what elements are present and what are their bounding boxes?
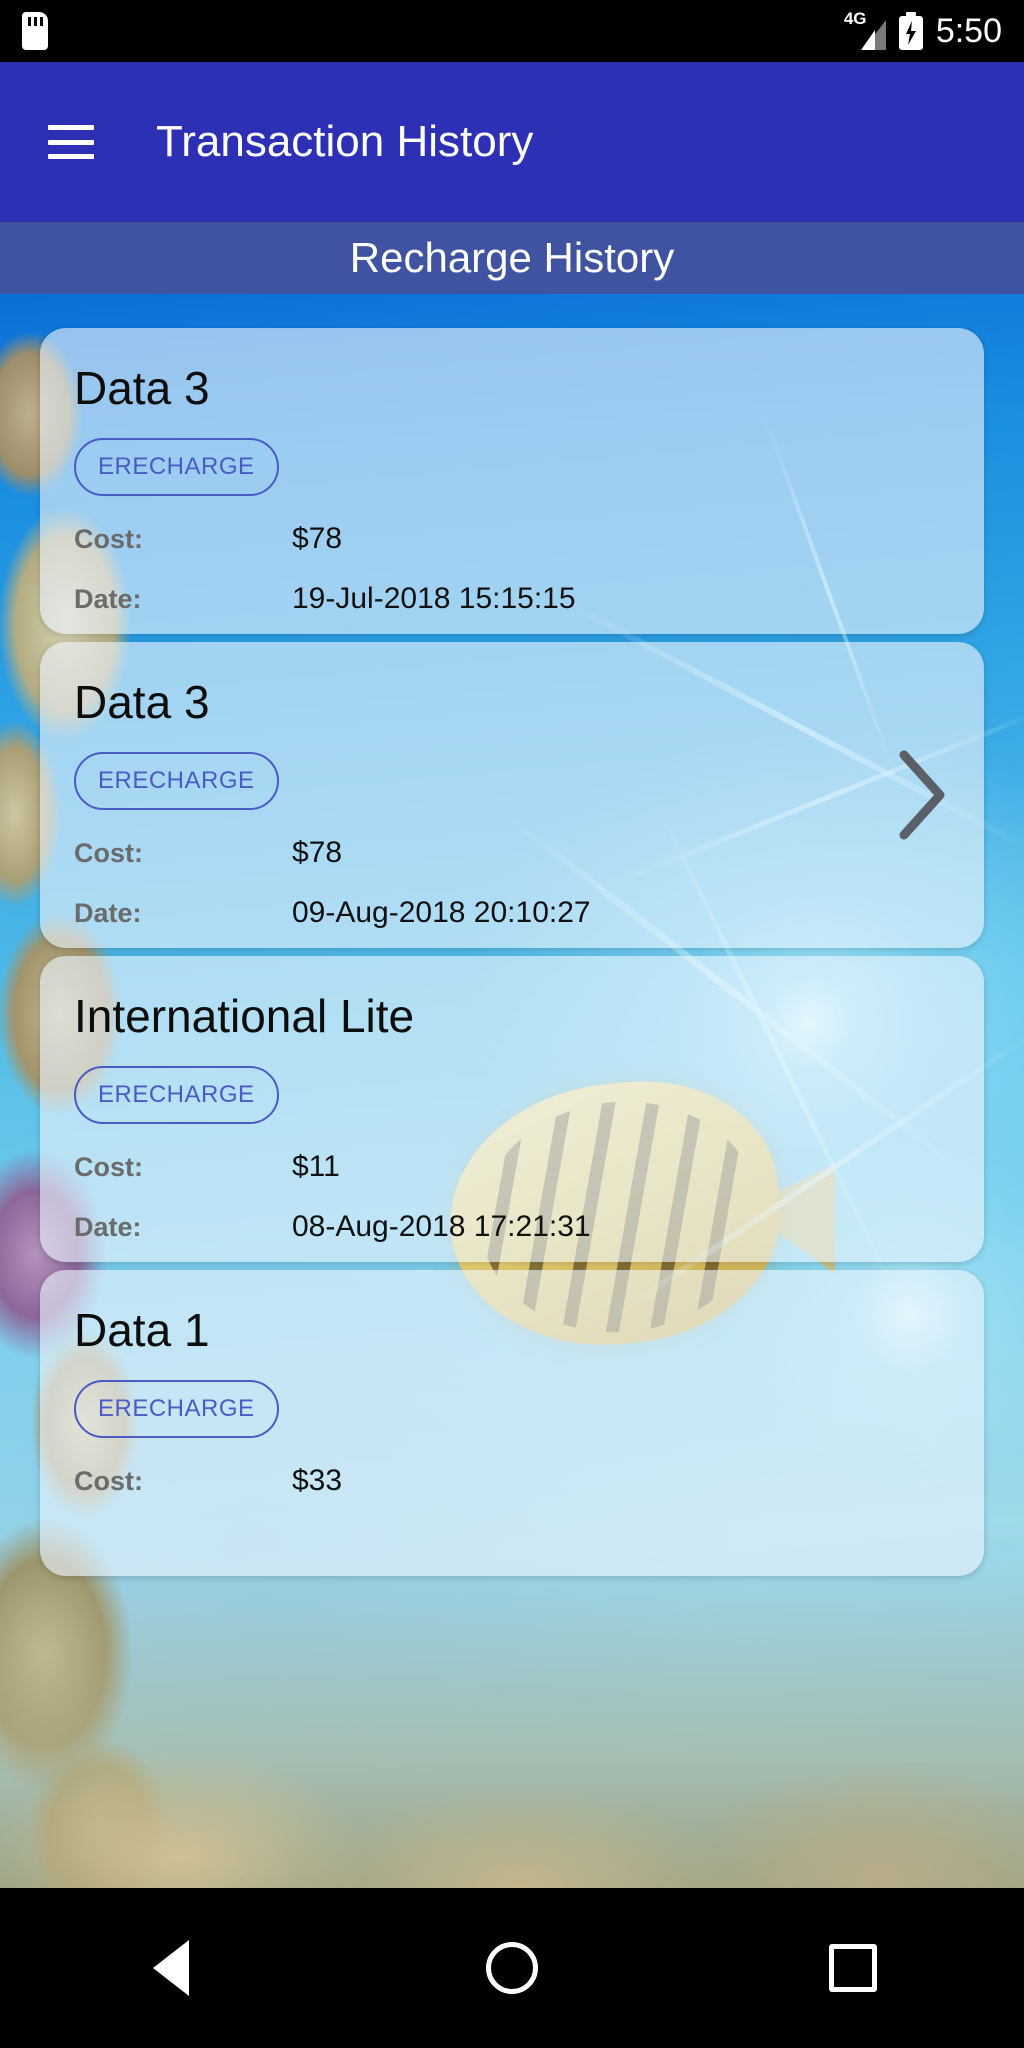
table-row[interactable]: Data 3 ERECHARGE Cost: $78 Date: 19-Jul-… bbox=[40, 328, 984, 634]
date-value: 08-Aug-2018 17:21:31 bbox=[292, 1210, 591, 1244]
cost-row: Cost: $78 bbox=[74, 836, 950, 870]
chevron-right-icon[interactable] bbox=[894, 747, 948, 843]
content-area: Data 3 ERECHARGE Cost: $78 Date: 19-Jul-… bbox=[0, 294, 1024, 1888]
recents-square-icon bbox=[829, 1944, 878, 1992]
date-row: Date: 09-Aug-2018 20:10:27 bbox=[74, 896, 950, 930]
cost-label: Cost: bbox=[74, 1152, 143, 1183]
erecharge-chip[interactable]: ERECHARGE bbox=[74, 1066, 279, 1125]
erecharge-chip[interactable]: ERECHARGE bbox=[74, 1380, 279, 1439]
date-label: Date: bbox=[74, 898, 142, 929]
date-row: Date: 19-Jul-2018 15:15:15 bbox=[74, 582, 950, 616]
transaction-title: International Lite bbox=[74, 990, 415, 1042]
status-bar-clock: 5:50 bbox=[935, 11, 1002, 50]
transaction-list[interactable]: Data 3 ERECHARGE Cost: $78 Date: 19-Jul-… bbox=[0, 294, 1024, 1888]
table-row[interactable]: Data 1 ERECHARGE Cost: $33 bbox=[40, 1270, 984, 1576]
section-header-title: Recharge History bbox=[349, 234, 675, 281]
date-value: 09-Aug-2018 20:10:27 bbox=[292, 896, 591, 930]
cost-row: Cost: $33 bbox=[74, 1464, 950, 1498]
system-navigation-bar bbox=[0, 1888, 1024, 2048]
cost-label: Cost: bbox=[74, 524, 143, 555]
cost-value: $33 bbox=[292, 1464, 343, 1498]
transaction-title: Data 3 bbox=[74, 362, 210, 414]
battery-charging-icon bbox=[898, 12, 923, 50]
recents-button[interactable] bbox=[783, 1918, 923, 2018]
phone-screen: 4G 5:50 Transaction History Recharge His… bbox=[0, 0, 1024, 2048]
date-label: Date: bbox=[74, 584, 142, 615]
home-circle-icon bbox=[485, 1942, 538, 1994]
cost-value: $78 bbox=[292, 836, 343, 870]
erecharge-chip[interactable]: ERECHARGE bbox=[74, 438, 279, 497]
cost-row: Cost: $11 bbox=[74, 1150, 950, 1184]
page-title: Transaction History bbox=[156, 117, 534, 166]
back-button[interactable] bbox=[101, 1918, 241, 2018]
status-bar: 4G 5:50 bbox=[0, 0, 1024, 62]
cost-value: $78 bbox=[292, 522, 343, 556]
transaction-title: Data 3 bbox=[74, 676, 210, 728]
date-row: Date: 08-Aug-2018 17:21:31 bbox=[74, 1210, 950, 1244]
erecharge-chip[interactable]: ERECHARGE bbox=[74, 752, 279, 811]
cost-label: Cost: bbox=[74, 838, 143, 869]
home-button[interactable] bbox=[442, 1918, 582, 2018]
date-value: 19-Jul-2018 15:15:15 bbox=[292, 582, 576, 616]
cost-row: Cost: $78 bbox=[74, 522, 950, 556]
transaction-title: Data 1 bbox=[74, 1304, 210, 1356]
cost-label: Cost: bbox=[74, 1466, 143, 1497]
date-label: Date: bbox=[74, 1212, 142, 1243]
app-bar: Transaction History bbox=[0, 62, 1024, 222]
signal-4g-icon: 4G bbox=[844, 10, 886, 50]
charging-bolt-icon bbox=[905, 21, 916, 45]
table-row[interactable]: Data 3 ERECHARGE Cost: $78 Date: 09-Aug-… bbox=[40, 642, 984, 948]
section-header: Recharge History bbox=[0, 222, 1024, 294]
back-triangle-icon bbox=[152, 1940, 189, 1996]
cost-value: $11 bbox=[292, 1150, 340, 1184]
hamburger-menu-icon[interactable] bbox=[48, 125, 94, 159]
sd-card-icon bbox=[22, 12, 48, 50]
table-row[interactable]: International Lite ERECHARGE Cost: $11 D… bbox=[40, 956, 984, 1262]
